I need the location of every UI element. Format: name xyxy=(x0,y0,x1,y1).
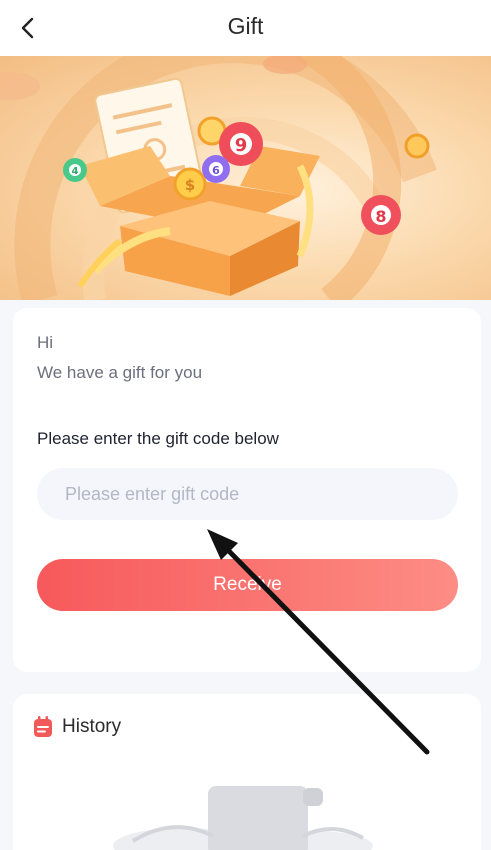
receive-button[interactable]: Receive xyxy=(37,559,458,611)
gift-code-prompt: Please enter the gift code below xyxy=(37,429,279,448)
top-bar: Gift xyxy=(0,0,491,56)
gift-subtitle: We have a gift for you xyxy=(37,363,203,382)
history-card: History xyxy=(13,694,481,850)
empty-state-illustration xyxy=(113,786,373,850)
ball-number-9: 9 xyxy=(235,135,248,156)
greeting-text: Hi xyxy=(37,333,54,352)
page-title: Gift xyxy=(227,13,264,39)
gift-box-illustration: $ 9 6 4 8 xyxy=(0,56,437,300)
gift-code-input[interactable] xyxy=(37,468,458,520)
gift-banner: $ 9 6 4 8 xyxy=(0,56,491,300)
history-title: History xyxy=(62,716,122,737)
coin-symbol: $ xyxy=(185,176,195,194)
ball-number-6: 6 xyxy=(212,164,220,177)
ball-number-8: 8 xyxy=(375,207,386,226)
calendar-note-icon xyxy=(34,716,52,737)
ball-number-4: 4 xyxy=(72,166,79,177)
gift-code-card: Hi We have a gift for you Please enter t… xyxy=(13,308,481,672)
